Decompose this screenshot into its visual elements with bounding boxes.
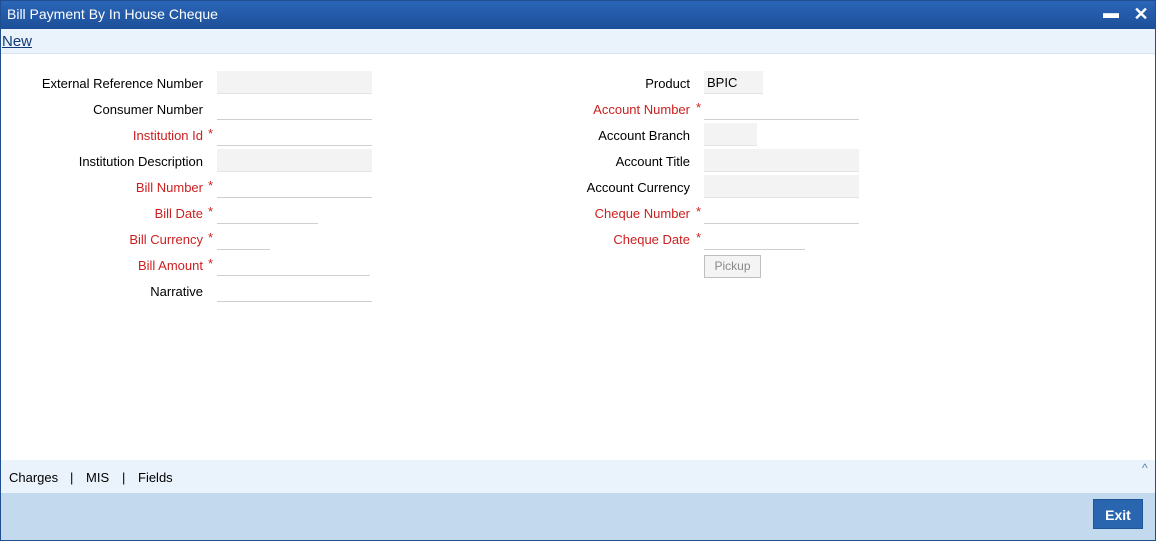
narrative-field[interactable]: [217, 279, 372, 302]
bill-number-label: Bill Number: [135, 180, 203, 195]
institution-description-field[interactable]: [217, 149, 372, 172]
consumer-number-field[interactable]: [217, 97, 372, 120]
account-branch-label: Account Branch: [598, 128, 690, 143]
required-marker: *: [696, 230, 702, 245]
narrative-label: Narrative: [150, 284, 203, 299]
institution-id-label: Institution Id: [132, 128, 203, 143]
required-marker: *: [208, 256, 214, 271]
institution-description-label: Institution Description: [78, 154, 203, 169]
required-marker: *: [208, 204, 214, 219]
tab-fields[interactable]: Fields: [138, 470, 173, 485]
account-number-field[interactable]: [704, 97, 859, 120]
cheque-date-label: Cheque Date: [613, 232, 690, 247]
bill-payment-window: Bill Payment By In House Cheque ▬ ✕ New …: [0, 0, 1156, 541]
bill-currency-field[interactable]: [217, 227, 270, 250]
footer-bar: Exit: [1, 493, 1155, 540]
account-number-label: Account Number: [593, 102, 690, 117]
account-title-field[interactable]: [704, 149, 859, 172]
close-icon[interactable]: ✕: [1131, 4, 1151, 24]
account-currency-field[interactable]: [704, 175, 859, 198]
cheque-number-label: Cheque Number: [594, 206, 690, 221]
bill-amount-field[interactable]: [217, 253, 370, 276]
new-link[interactable]: New: [2, 33, 32, 50]
account-currency-label: Account Currency: [586, 180, 690, 195]
product-field[interactable]: [704, 71, 763, 94]
tab-mis[interactable]: MIS: [86, 470, 109, 485]
menu-bar: New: [1, 29, 1155, 54]
window-title: Bill Payment By In House Cheque: [7, 6, 218, 22]
bill-number-field[interactable]: [217, 175, 372, 198]
chevron-up-icon[interactable]: ^: [1142, 461, 1148, 475]
required-marker: *: [696, 100, 702, 115]
bill-date-field[interactable]: [217, 201, 318, 224]
consumer-number-label: Consumer Number: [93, 102, 203, 117]
institution-id-field[interactable]: [217, 123, 372, 146]
bill-currency-label: Bill Currency: [129, 232, 203, 247]
product-label: Product: [645, 76, 690, 91]
title-bar: Bill Payment By In House Cheque ▬ ✕: [1, 1, 1155, 29]
cheque-number-field[interactable]: [704, 201, 859, 224]
subscreen-tab-bar: Charges | MIS | Fields ^: [1, 460, 1155, 493]
tab-charges[interactable]: Charges: [9, 470, 58, 485]
tab-separator: |: [122, 470, 126, 485]
pickup-button[interactable]: Pickup: [704, 255, 761, 278]
required-marker: *: [208, 126, 214, 141]
cheque-date-field[interactable]: [704, 227, 805, 250]
minimize-icon[interactable]: ▬: [1101, 4, 1121, 24]
account-title-label: Account Title: [615, 154, 690, 169]
required-marker: *: [696, 204, 702, 219]
external-reference-number-field[interactable]: [217, 71, 372, 94]
required-marker: *: [208, 230, 214, 245]
tab-separator: |: [70, 470, 74, 485]
external-reference-number-label: External Reference Number: [41, 76, 203, 91]
bill-date-label: Bill Date: [154, 206, 203, 221]
required-marker: *: [208, 178, 214, 193]
account-branch-field[interactable]: [704, 123, 757, 146]
bill-amount-label: Bill Amount: [137, 258, 203, 273]
exit-button[interactable]: Exit: [1093, 499, 1143, 529]
